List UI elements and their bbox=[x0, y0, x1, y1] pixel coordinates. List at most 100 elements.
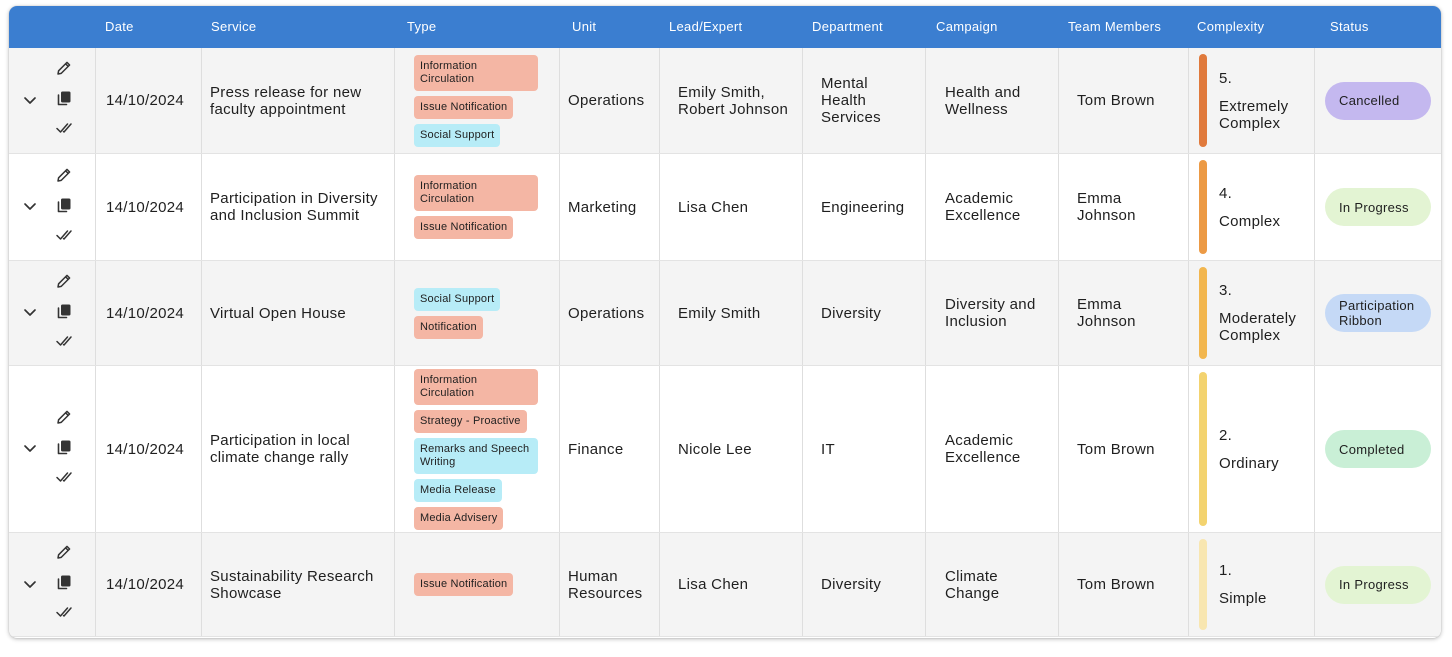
type-chip: Social Support bbox=[414, 287, 501, 311]
service-name: Participation in Diversity and Inclusion… bbox=[210, 190, 378, 224]
row-actions bbox=[53, 61, 75, 141]
table-row[interactable]: 14/10/2024 Sustainability Research Showca… bbox=[9, 533, 1441, 637]
status-badge[interactable]: In Progress bbox=[1325, 188, 1431, 226]
copy-icon bbox=[55, 196, 73, 219]
complexity-label: Extremely Complex bbox=[1219, 97, 1289, 132]
campaign-cell: Diversity and Inclusion bbox=[926, 261, 1058, 365]
column-header-complexity[interactable]: Complexity bbox=[1197, 6, 1264, 48]
campaign: Health and Wellness bbox=[945, 83, 1021, 118]
column-header-department[interactable]: Department bbox=[812, 6, 883, 48]
edit-button[interactable] bbox=[54, 61, 74, 81]
row-actions bbox=[53, 409, 75, 489]
approve-button[interactable] bbox=[54, 469, 74, 489]
type-chip: Information Circulation bbox=[414, 368, 538, 405]
approve-button[interactable] bbox=[54, 333, 74, 353]
pencil-icon bbox=[55, 543, 73, 566]
duplicate-button[interactable] bbox=[54, 91, 74, 111]
complexity-text: 4. Complex bbox=[1219, 185, 1280, 230]
row-expand-button[interactable] bbox=[22, 304, 40, 322]
department: Diversity bbox=[821, 576, 882, 593]
column-header-team[interactable]: Team Members bbox=[1068, 6, 1161, 48]
column-header-date[interactable]: Date bbox=[105, 6, 134, 48]
campaign: Academic Excellence bbox=[945, 190, 1021, 224]
complexity-label: Moderately Complex bbox=[1219, 310, 1297, 344]
unit-cell: Operations bbox=[560, 261, 659, 365]
complexity-text: 5. Extremely Complex bbox=[1219, 70, 1314, 132]
column-header-campaign[interactable]: Campaign bbox=[936, 6, 998, 48]
complexity-level: 5. bbox=[1219, 69, 1233, 87]
edit-button[interactable] bbox=[54, 273, 74, 293]
approve-button[interactable] bbox=[54, 605, 74, 625]
type-chip: Information Circulation bbox=[414, 54, 538, 91]
services-table-card: Date Service Type Unit Lead/Expert Depar… bbox=[9, 6, 1441, 638]
type-cell: Issue Notification bbox=[395, 533, 559, 636]
chevron-down-icon bbox=[22, 201, 38, 218]
status-badge[interactable]: In Progress bbox=[1325, 565, 1431, 604]
duplicate-button[interactable] bbox=[54, 439, 74, 459]
status-cell: Completed bbox=[1315, 366, 1441, 532]
copy-icon bbox=[55, 573, 73, 596]
department: Diversity bbox=[821, 304, 882, 322]
service-name-cell: Virtual Open House bbox=[202, 261, 394, 365]
team-members: Tom Brown bbox=[1077, 92, 1155, 109]
team-members-cell: Tom Brown bbox=[1059, 533, 1188, 636]
column-header-lead[interactable]: Lead/Expert bbox=[669, 6, 742, 48]
complexity-cell: 5. Extremely Complex bbox=[1189, 48, 1314, 153]
row-expand-button[interactable] bbox=[22, 198, 40, 216]
table-row[interactable]: 14/10/2024 Participation in Diversity and… bbox=[9, 154, 1441, 261]
type-cell: Information Circulation Issue Notificatio… bbox=[395, 154, 559, 260]
type-chip: Strategy - Proactive bbox=[414, 409, 527, 433]
duplicate-button[interactable] bbox=[54, 575, 74, 595]
team-members: Tom Brown bbox=[1077, 576, 1155, 593]
date-cell: 14/10/2024 bbox=[96, 154, 201, 260]
status-badge[interactable]: Cancelled bbox=[1325, 81, 1431, 120]
type-cell: Social Support Notification bbox=[395, 261, 559, 365]
lead-expert: Emily Smith, Robert Johnson bbox=[678, 83, 789, 118]
row-expand-button[interactable] bbox=[22, 576, 40, 594]
complexity-bar bbox=[1199, 372, 1207, 526]
column-header-service[interactable]: Service bbox=[211, 6, 256, 48]
column-header-status[interactable]: Status bbox=[1330, 6, 1369, 48]
campaign: Climate Change bbox=[945, 567, 1000, 602]
column-header-type[interactable]: Type bbox=[407, 6, 436, 48]
row-expand-button[interactable] bbox=[22, 440, 40, 458]
approve-button[interactable] bbox=[54, 227, 74, 247]
team-members-cell: Tom Brown bbox=[1059, 48, 1188, 153]
lead-expert: Lisa Chen bbox=[678, 198, 749, 216]
department: IT bbox=[821, 440, 835, 458]
edit-button[interactable] bbox=[54, 409, 74, 429]
complexity-bar bbox=[1199, 267, 1207, 359]
column-header-unit[interactable]: Unit bbox=[572, 6, 596, 48]
unit: Marketing bbox=[568, 198, 637, 216]
copy-icon bbox=[55, 302, 73, 325]
duplicate-button[interactable] bbox=[54, 197, 74, 217]
campaign: Academic Excellence bbox=[945, 432, 1021, 466]
pencil-icon bbox=[55, 59, 73, 82]
type-chip: Information Circulation bbox=[414, 175, 538, 211]
complexity-level: 2. bbox=[1219, 426, 1233, 444]
date-cell: 14/10/2024 bbox=[96, 48, 201, 153]
row-expand-button[interactable] bbox=[22, 92, 40, 110]
status-badge[interactable]: Participation Ribbon bbox=[1325, 294, 1431, 332]
complexity-cell: 3. Moderately Complex bbox=[1189, 261, 1314, 365]
team-members-cell: Emma Johnson bbox=[1059, 261, 1188, 365]
edit-button[interactable] bbox=[54, 167, 74, 187]
date: 14/10/2024 bbox=[106, 92, 185, 109]
department: Engineering bbox=[821, 198, 905, 216]
unit: Operations bbox=[568, 92, 645, 109]
table-row[interactable]: 14/10/2024 Virtual Open House Social Suppo… bbox=[9, 261, 1441, 366]
duplicate-button[interactable] bbox=[54, 303, 74, 323]
approve-button[interactable] bbox=[54, 121, 74, 141]
complexity-level: 3. bbox=[1219, 282, 1233, 299]
double-check-icon bbox=[55, 332, 73, 355]
chevron-down-icon bbox=[22, 579, 38, 596]
table-row[interactable]: 14/10/2024 Press release for new faculty … bbox=[9, 48, 1441, 154]
pencil-icon bbox=[55, 272, 73, 295]
edit-button[interactable] bbox=[54, 545, 74, 565]
complexity-cell: 1. Simple bbox=[1189, 533, 1314, 636]
type-chip: Notification bbox=[414, 315, 483, 339]
type-cell: Information Circulation Issue Notificatio… bbox=[395, 48, 559, 153]
status-badge[interactable]: Completed bbox=[1325, 430, 1431, 468]
complexity-text: 3. Moderately Complex bbox=[1219, 282, 1314, 344]
table-row[interactable]: 14/10/2024 Participation in local climate… bbox=[9, 366, 1441, 533]
